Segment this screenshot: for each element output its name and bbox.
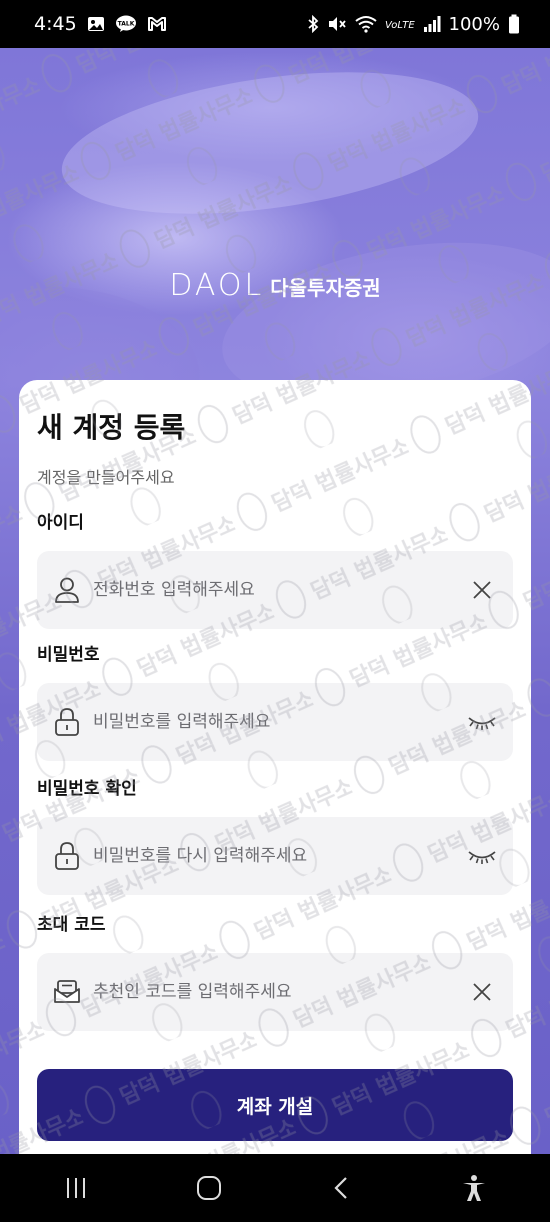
id-label: 아이디 [37, 513, 84, 533]
back-icon[interactable] [311, 1163, 371, 1213]
brand-logo-korean: 다올투자증권 [270, 276, 381, 300]
lock-icon [53, 708, 81, 736]
open-account-button[interactable]: 계좌 개설 [37, 1069, 513, 1141]
status-left: 4:45 TALK [34, 13, 167, 35]
clear-icon[interactable] [467, 575, 497, 605]
svg-text:VoLTE: VoLTE [385, 20, 415, 31]
eye-closed-icon[interactable] [467, 707, 497, 737]
svg-text:TALK: TALK [117, 21, 134, 28]
id-field-group: 아이디 [37, 508, 513, 629]
brand-logo-latin: DAOL [169, 268, 265, 303]
invite-code-label: 초대 코드 [37, 915, 106, 935]
volte-icon: VoLTE [385, 15, 415, 33]
password-label: 비밀번호 [37, 645, 100, 665]
clear-icon[interactable] [467, 977, 497, 1007]
page-subtitle: 계정을 만들어주세요 [37, 468, 175, 487]
wifi-icon [354, 15, 377, 33]
envelope-icon [53, 978, 81, 1006]
mute-icon [327, 15, 347, 33]
invite-code-input[interactable] [93, 982, 467, 1002]
registration-card: 새 계정 등록 계정을 만들어주세요 아이디 비밀번호 비밀번호 [19, 380, 531, 1180]
status-right: VoLTE 100% [307, 14, 520, 35]
password-confirm-field-group: 비밀번호 확인 [37, 774, 513, 895]
eye-closed-icon[interactable] [467, 841, 497, 871]
brand-logo: DAOL 다올투자증권 [0, 268, 550, 303]
password-confirm-input[interactable] [93, 846, 467, 866]
invite-code-field-group: 초대 코드 [37, 910, 513, 1031]
id-input[interactable] [93, 580, 467, 600]
user-icon [53, 576, 81, 604]
gmail-icon [147, 16, 167, 32]
password-field[interactable] [37, 683, 513, 761]
home-icon[interactable] [179, 1163, 239, 1213]
password-confirm-field[interactable] [37, 817, 513, 895]
lock-icon [53, 842, 81, 870]
gallery-icon [87, 15, 105, 33]
recents-icon[interactable] [46, 1163, 106, 1213]
background-decoration [52, 49, 488, 237]
battery-icon [508, 14, 520, 34]
password-field-group: 비밀번호 [37, 640, 513, 761]
navigation-bar [0, 1154, 550, 1222]
invite-code-field[interactable] [37, 953, 513, 1031]
accessibility-icon[interactable] [444, 1163, 504, 1213]
page-title: 새 계정 등록 [37, 411, 186, 444]
password-confirm-label: 비밀번호 확인 [37, 779, 137, 799]
battery-percent: 100% [448, 13, 500, 35]
password-input[interactable] [93, 712, 467, 732]
signal-icon [423, 15, 441, 33]
kakaotalk-icon: TALK [115, 15, 137, 33]
status-time: 4:45 [34, 13, 77, 35]
bluetooth-icon [307, 15, 319, 33]
id-field[interactable] [37, 551, 513, 629]
status-bar: 4:45 TALK VoLTE 100% [0, 0, 550, 48]
